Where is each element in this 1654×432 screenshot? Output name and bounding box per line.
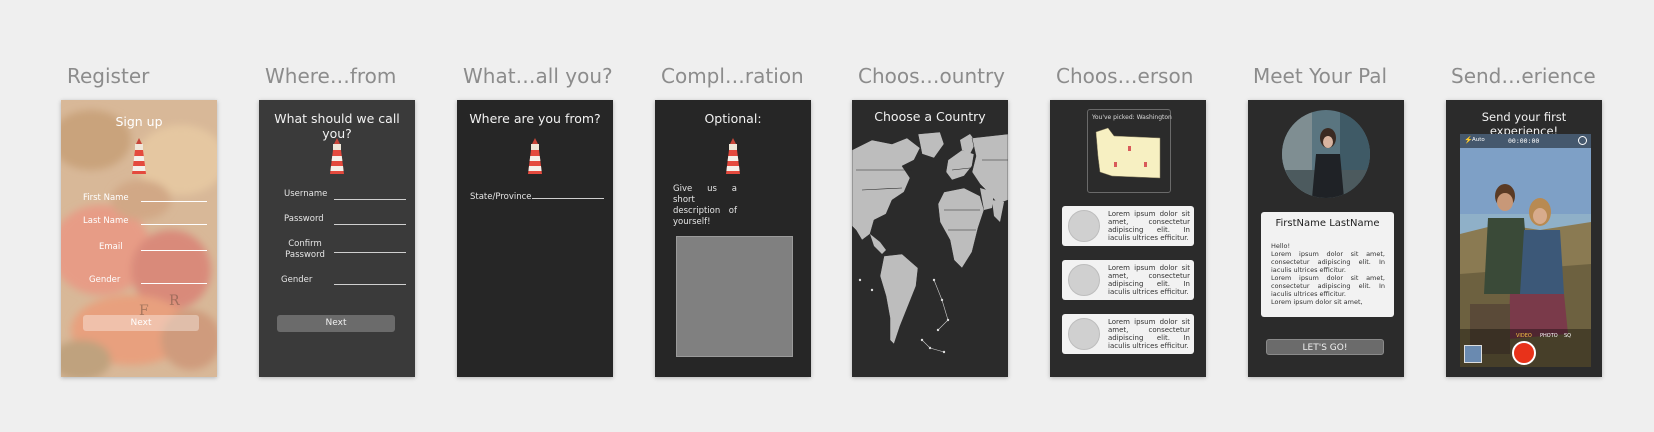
avatar: [1068, 318, 1100, 350]
lets-go-button[interactable]: LET'S GO!: [1266, 339, 1384, 355]
confirm-password-field[interactable]: [334, 252, 406, 253]
artboard-choose-country[interactable]: Choose a Country: [852, 100, 1008, 377]
flash-mode[interactable]: Auto: [1472, 137, 1485, 143]
description-prompt: Give us a short description of yourself!: [673, 184, 737, 227]
description-textarea[interactable]: [676, 236, 793, 357]
password-field[interactable]: [334, 224, 406, 225]
camera-viewfinder[interactable]: ⚡ Auto 00:00:00 VIDEO PHOTO SQ: [1460, 134, 1591, 367]
artboard-send-experience[interactable]: Send your first experience! ⚡ Auto 00:00…: [1446, 100, 1602, 377]
next-button[interactable]: Next: [277, 315, 395, 332]
optional-heading: Optional:: [704, 111, 762, 126]
record-timer: 00:00:00: [1508, 137, 1540, 145]
picked-state-panel: You've picked: Washington: [1087, 109, 1172, 193]
state-label: State/Province: [470, 192, 532, 202]
artboard-title-what-call-you: What…all you?: [463, 64, 613, 88]
lighthouse-icon: [132, 138, 146, 174]
artboard-title-where-from: Where…from: [265, 64, 397, 88]
artboard-title-completion: Compl…ration: [661, 64, 804, 88]
gallery-thumbnail[interactable]: [1464, 345, 1482, 363]
pal-name: FirstName LastName: [1275, 218, 1380, 229]
avatar: [1068, 210, 1100, 242]
mode-photo[interactable]: PHOTO: [1540, 333, 1558, 339]
artboard-title-choose-country: Choos…ountry: [858, 64, 1006, 88]
state-field[interactable]: [532, 198, 604, 199]
artboard-meet-pal[interactable]: FirstName LastName Hello! Lorem ipsum do…: [1248, 100, 1404, 377]
person-card[interactable]: Lorem ipsum dolor sit amet, consectetur …: [1062, 260, 1194, 300]
artboard-title-meet-pal: Meet Your Pal: [1253, 64, 1388, 88]
next-button[interactable]: Next: [83, 315, 199, 331]
artboard-where-from[interactable]: Where are you from? State/Province: [457, 100, 613, 377]
person-card-text: Lorem ipsum dolor sit amet, consectetur …: [1108, 318, 1190, 350]
choose-country-heading: Choose a Country: [874, 109, 986, 124]
first-name-label: First Name: [83, 193, 129, 203]
person-card[interactable]: Lorem ipsum dolor sit amet, consectetur …: [1062, 314, 1194, 354]
first-name-field[interactable]: [141, 201, 207, 202]
artboard-optional[interactable]: Optional: Give us a short description of…: [655, 100, 811, 377]
artboard-title-register: Register: [67, 64, 150, 88]
gender-field[interactable]: [141, 283, 207, 284]
last-name-field[interactable]: [141, 224, 207, 225]
gender-label: Gender: [281, 275, 313, 285]
gender-label: Gender: [89, 275, 121, 285]
gender-field[interactable]: [334, 284, 406, 285]
username-label: Username: [284, 189, 328, 199]
pal-bio: Hello! Lorem ipsum dolor sit amet, conse…: [1271, 242, 1385, 306]
camera-bottom-bar: VIDEO PHOTO SQ: [1460, 329, 1591, 367]
world-map[interactable]: [852, 130, 1008, 377]
lighthouse-icon: [330, 138, 344, 174]
mode-square[interactable]: SQ: [1564, 333, 1571, 339]
artboard-register[interactable]: F R Sign up First Name Last Name Email G…: [61, 100, 217, 377]
where-from-heading: Where are you from?: [469, 111, 601, 126]
last-name-label: Last Name: [83, 216, 129, 226]
picked-state-label: You've picked: Washington: [1092, 114, 1172, 121]
username-field[interactable]: [334, 199, 406, 200]
person-card-text: Lorem ipsum dolor sit amet, consectetur …: [1108, 210, 1190, 242]
flip-camera-icon[interactable]: [1578, 136, 1587, 145]
confirm-password-label: Confirm Password: [285, 239, 325, 260]
artboard-call-you[interactable]: What should we call you? Username Passwo…: [259, 100, 415, 377]
lighthouse-icon: [528, 138, 542, 174]
password-label: Password: [284, 214, 324, 224]
svg-text:R: R: [169, 293, 180, 309]
artboard-title-send-experience: Send…erience: [1451, 64, 1596, 88]
register-heading: Sign up: [115, 114, 163, 129]
avatar: [1068, 264, 1100, 296]
camera-top-bar: ⚡ Auto 00:00:00: [1460, 134, 1591, 148]
email-field[interactable]: [141, 250, 207, 251]
pal-photo: [1282, 110, 1370, 198]
washington-state-map: [1095, 127, 1161, 179]
lighthouse-icon: [726, 138, 740, 174]
pal-profile-card: FirstName LastName Hello! Lorem ipsum do…: [1261, 212, 1394, 317]
mode-video[interactable]: VIDEO: [1516, 333, 1532, 339]
artboard-title-choose-person: Choos…erson: [1056, 64, 1194, 88]
artboard-choose-person[interactable]: You've picked: Washington Lorem ipsum do…: [1050, 100, 1206, 377]
person-card[interactable]: Lorem ipsum dolor sit amet, consectetur …: [1062, 206, 1194, 246]
record-button[interactable]: [1512, 341, 1536, 365]
email-label: Email: [99, 242, 123, 252]
person-card-text: Lorem ipsum dolor sit amet, consectetur …: [1108, 264, 1190, 296]
